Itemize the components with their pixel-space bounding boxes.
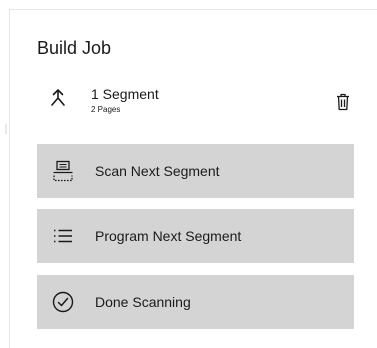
program-next-segment-label: Program Next Segment: [95, 228, 242, 244]
scan-next-segment-label: Scan Next Segment: [95, 163, 220, 179]
delete-segment-button[interactable]: [334, 92, 352, 112]
trash-icon: [337, 93, 349, 111]
panel-title: Build Job: [37, 38, 112, 58]
build-job-panel: Build Job 1 Segment 2 Pages Scan Next Se…: [9, 9, 377, 348]
program-next-segment-button[interactable]: Program Next Segment: [37, 209, 354, 263]
panel-edge-marker: [5, 124, 7, 134]
job-segment-item: 1 Segment 2 Pages: [37, 78, 355, 118]
scan-next-segment-button[interactable]: Scan Next Segment: [37, 144, 354, 198]
list-icon: [51, 224, 75, 248]
job-page-count: 2 Pages: [91, 105, 121, 114]
done-scanning-label: Done Scanning: [95, 294, 191, 310]
check-circle-icon: [51, 290, 75, 314]
scanner-icon: [51, 159, 75, 183]
job-segment-name: 1 Segment: [91, 86, 159, 102]
merge-arrow-icon: [48, 88, 68, 108]
done-scanning-button[interactable]: Done Scanning: [37, 275, 354, 329]
